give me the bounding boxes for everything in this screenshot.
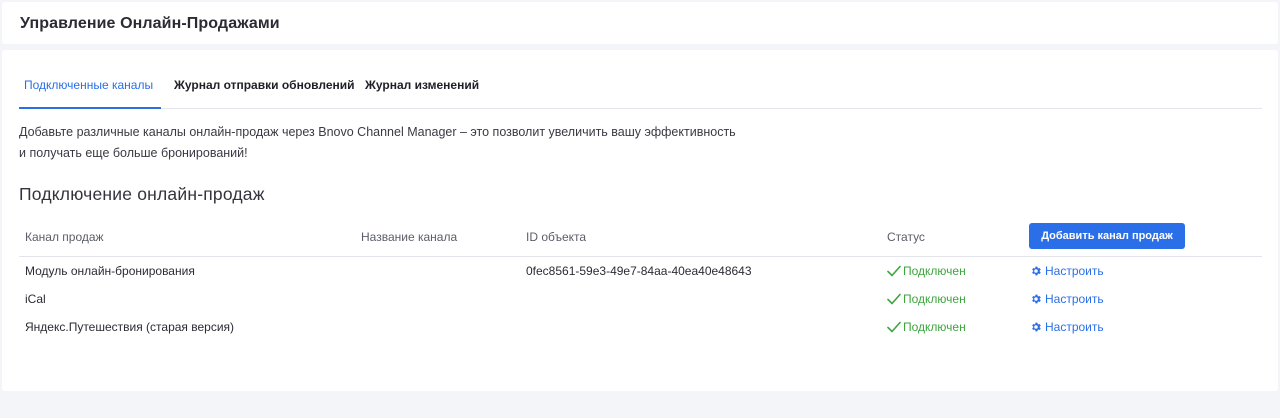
- column-header-object-id: ID объекта: [526, 230, 587, 244]
- tab-bar: Подключенные каналы Журнал отправки обно…: [19, 70, 1262, 109]
- status-label: Подключен: [903, 292, 966, 306]
- table-header: Канал продаж Название канала ID объекта …: [19, 222, 1262, 257]
- tab-active-indicator: [19, 107, 161, 109]
- table-row: Модуль онлайн-бронирования 0fec8561-59e3…: [19, 257, 1262, 285]
- main-card: Подключенные каналы Журнал отправки обно…: [2, 50, 1278, 391]
- channels-table: Канал продаж Название канала ID объекта …: [19, 222, 1262, 341]
- column-header-status: Статус: [887, 230, 925, 244]
- section-title: Подключение онлайн-продаж: [19, 184, 265, 204]
- configure-link[interactable]: Настроить: [1030, 292, 1104, 306]
- column-header-channel: Канал продаж: [25, 230, 104, 244]
- row-channel: iCal: [25, 292, 46, 306]
- row-channel: Модуль онлайн-бронирования: [25, 264, 195, 278]
- page-title: Управление Онлайн-Продажами: [20, 15, 280, 32]
- configure-link[interactable]: Настроить: [1030, 264, 1104, 278]
- header-card: Управление Онлайн-Продажами: [2, 2, 1278, 44]
- description: Добавьте различные каналы онлайн-продаж …: [19, 122, 779, 164]
- status-label: Подключен: [903, 264, 966, 278]
- gear-icon: [1032, 294, 1041, 304]
- tab-connected-channels[interactable]: Подключенные каналы: [24, 78, 153, 92]
- description-line-2: и получать еще больше бронирований!: [19, 146, 248, 160]
- tab-change-log[interactable]: Журнал изменений: [365, 78, 479, 92]
- row-status: Подключен: [887, 292, 966, 306]
- row-status: Подключен: [887, 320, 966, 334]
- gear-icon: [1032, 266, 1041, 276]
- configure-label: Настроить: [1045, 292, 1104, 306]
- add-channel-button[interactable]: Добавить канал продаж: [1029, 223, 1185, 249]
- table-row: Яндекс.Путешествия (старая версия) Подкл…: [19, 313, 1262, 341]
- table-row: iCal Подключен Настроить: [19, 285, 1262, 313]
- check-icon: [887, 265, 901, 277]
- row-channel: Яндекс.Путешествия (старая версия): [25, 320, 235, 334]
- description-line-1: Добавьте различные каналы онлайн-продаж …: [19, 125, 736, 139]
- column-header-channel-name: Название канала: [361, 230, 458, 244]
- configure-label: Настроить: [1045, 320, 1104, 334]
- check-icon: [887, 293, 901, 305]
- row-status: Подключен: [887, 264, 966, 278]
- status-label: Подключен: [903, 320, 966, 334]
- configure-label: Настроить: [1045, 264, 1104, 278]
- configure-link[interactable]: Настроить: [1030, 320, 1104, 334]
- gear-icon: [1032, 322, 1041, 332]
- row-object-id: 0fec8561-59e3-49e7-84aa-40ea40e48643: [526, 264, 752, 278]
- check-icon: [887, 321, 901, 333]
- tab-update-log[interactable]: Журнал отправки обновлений: [174, 78, 355, 92]
